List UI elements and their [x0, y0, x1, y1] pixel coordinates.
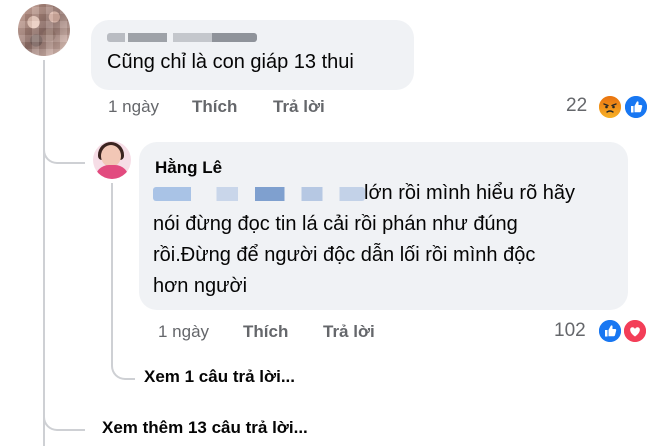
view-replies-link[interactable]: Xem 1 câu trả lời...: [144, 367, 295, 387]
comment-text-line: lớn rồi mình hiểu rõ hãy: [364, 182, 575, 204]
like-button[interactable]: Thích: [192, 97, 237, 117]
like-icon[interactable]: [597, 318, 623, 344]
comment-text-line: rồi.Đừng để người độc dẫn lối rồi mình đ…: [153, 244, 536, 266]
comment-time[interactable]: 1 ngày: [158, 322, 209, 342]
comment-text-line: hơn người: [153, 275, 248, 297]
view-more-replies-link[interactable]: Xem thêm 13 câu trả lời...: [102, 418, 308, 438]
thread-line-reply: [111, 183, 113, 363]
avatar[interactable]: [93, 141, 131, 179]
comment-author-name[interactable]: Hằng Lê: [155, 158, 222, 178]
comment-author-name[interactable]: [107, 33, 257, 42]
angry-icon[interactable]: [597, 94, 623, 120]
comment-time[interactable]: 1 ngày: [108, 97, 159, 117]
love-icon[interactable]: [622, 318, 648, 344]
like-icon[interactable]: [623, 94, 649, 120]
reply-button[interactable]: Trả lời: [323, 322, 375, 342]
thread-curve-view-replies: [111, 346, 135, 380]
like-button[interactable]: Thích: [243, 322, 288, 342]
thread-line-main: [43, 60, 45, 446]
reply-bubble: Hằng Lê lớn rồi mình hiểu rõ hãy nói đừn…: [139, 142, 628, 310]
reaction-count[interactable]: 102: [554, 320, 586, 342]
comment-text: Cũng chỉ là con giáp 13 thui: [107, 51, 354, 73]
thread-curve-view-more: [43, 400, 85, 431]
thread-curve-reply: [43, 130, 85, 164]
mentioned-user[interactable]: [153, 187, 365, 201]
reply-button[interactable]: Trả lời: [273, 97, 325, 117]
reaction-count[interactable]: 22: [566, 95, 587, 117]
comment-text-line: nói đừng đọc tin lá cải rồi phán như đún…: [153, 213, 518, 235]
comment-bubble: Cũng chỉ là con giáp 13 thui: [91, 20, 414, 90]
avatar[interactable]: [18, 4, 70, 56]
